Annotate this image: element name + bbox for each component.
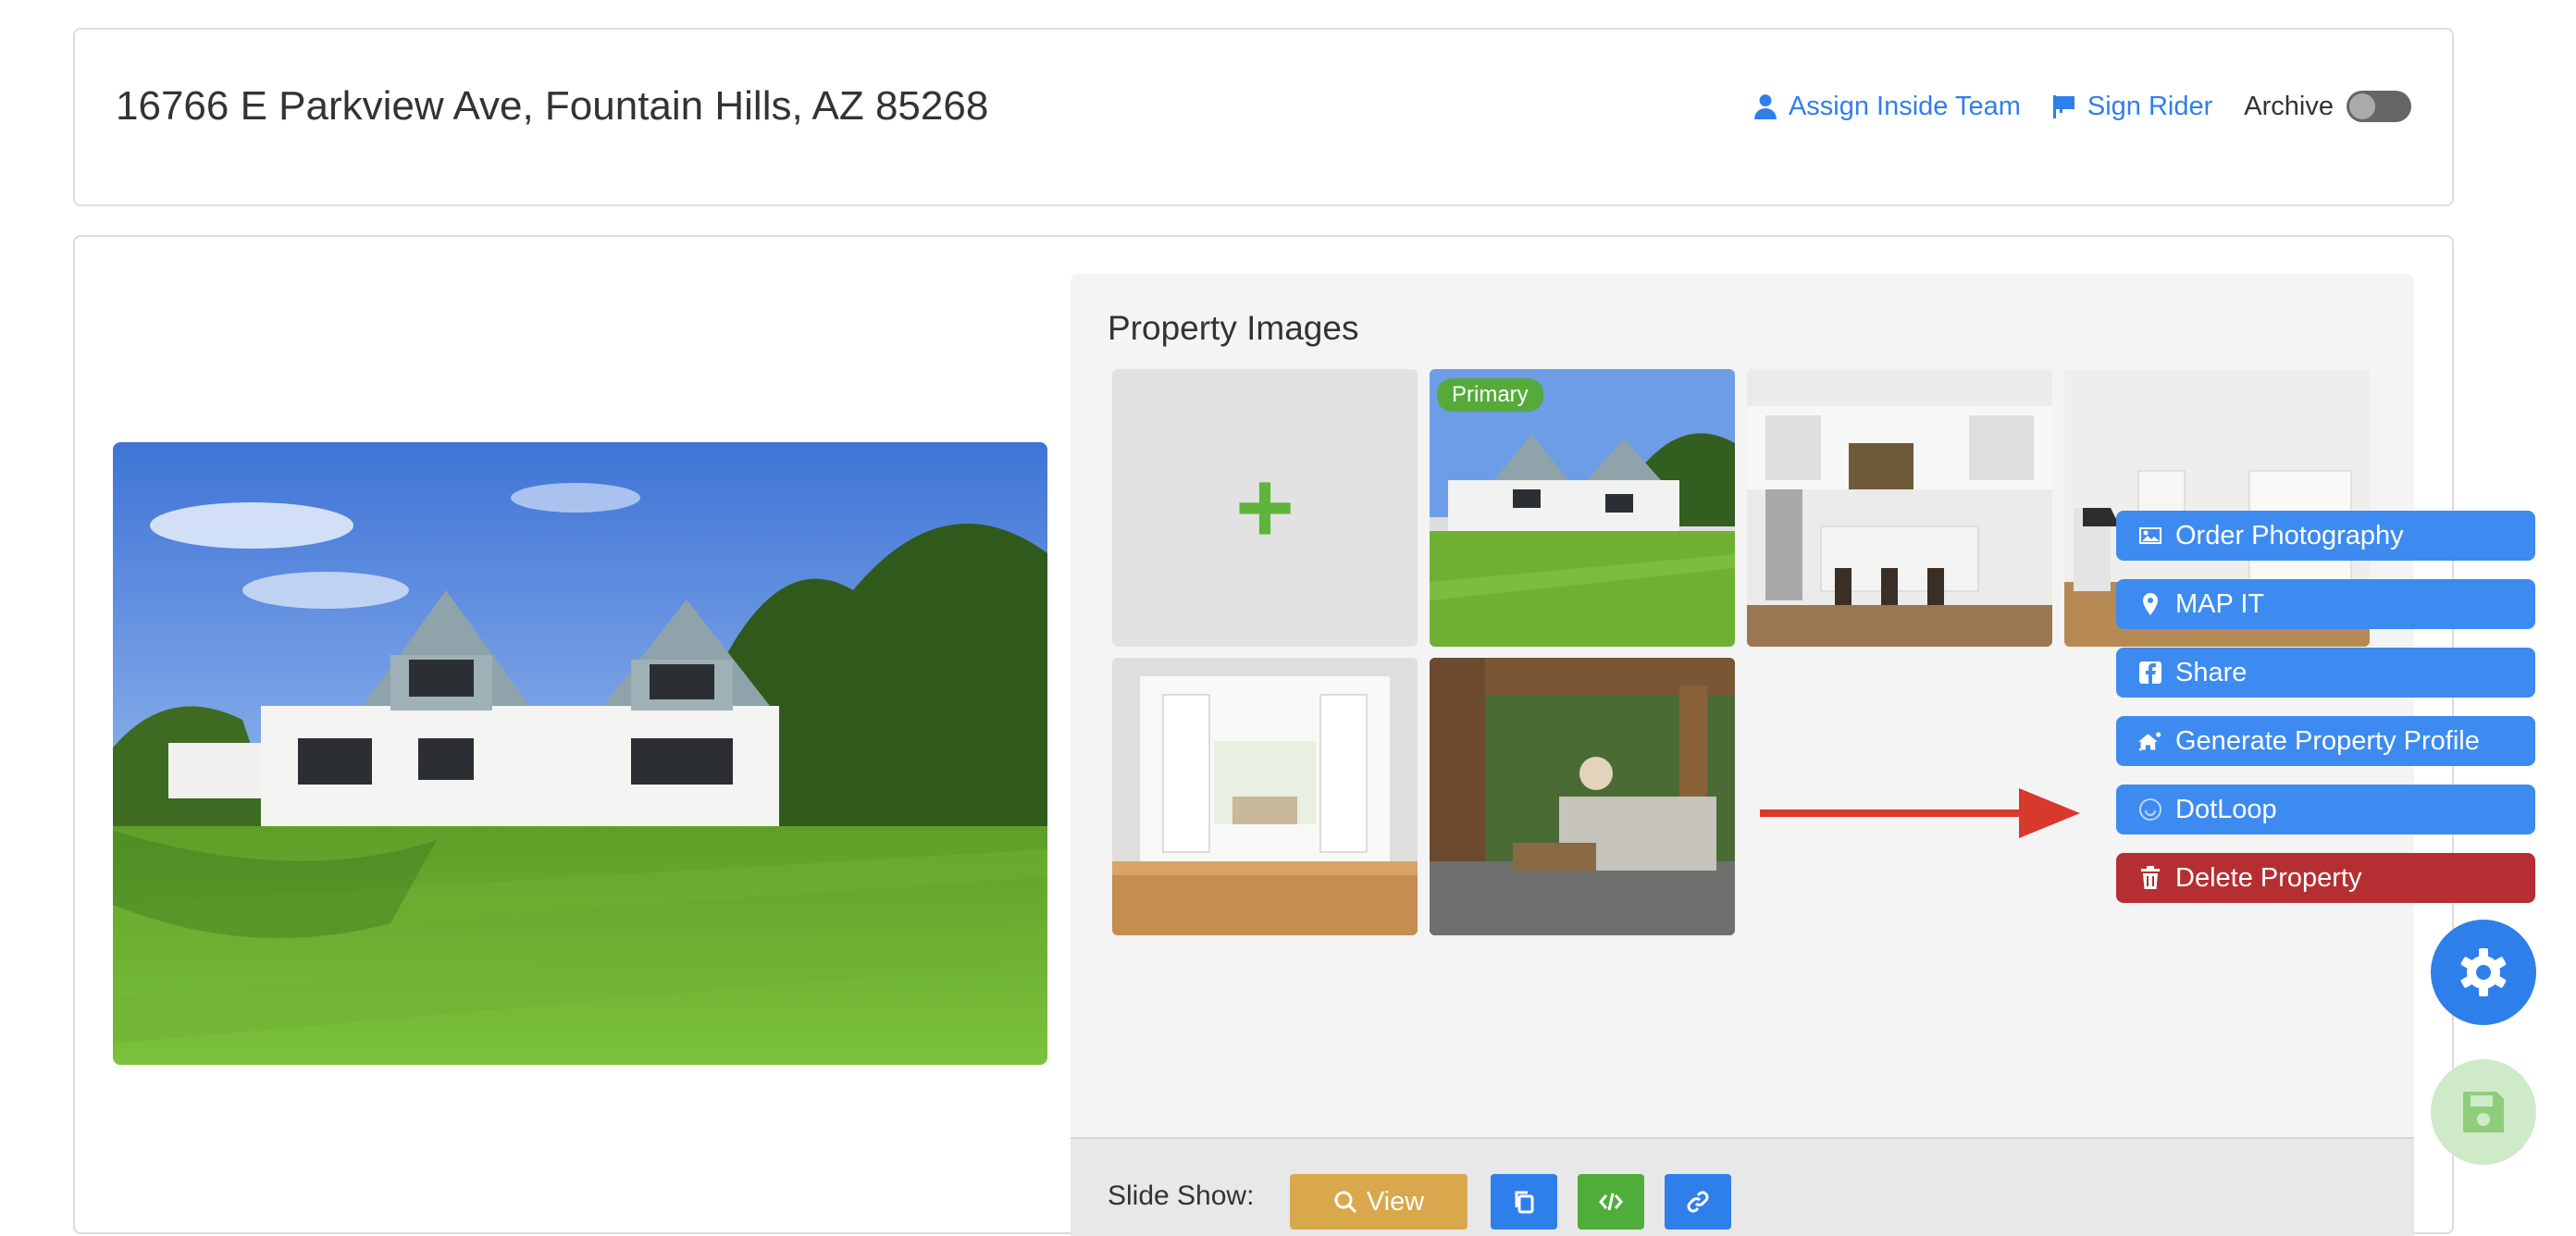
- image-icon: [2139, 527, 2161, 544]
- facebook-icon: [2139, 661, 2161, 684]
- assign-inside-team-link[interactable]: Assign Inside Team: [1753, 92, 2021, 122]
- slideshow-view-label: View: [1366, 1186, 1425, 1217]
- user-icon: [1754, 94, 1777, 119]
- slideshow-view-button[interactable]: View: [1290, 1174, 1468, 1230]
- property-image-primary[interactable]: Primary: [1430, 369, 1735, 647]
- order-photography-button[interactable]: Order Photography: [2116, 511, 2535, 561]
- plus-icon: +: [1234, 451, 1295, 564]
- archive-toggle[interactable]: [2347, 91, 2411, 122]
- house-signal-icon: [2138, 732, 2161, 751]
- gear-icon: [2460, 948, 2507, 996]
- kitchen-photo: [1747, 369, 2052, 647]
- archive-label: Archive: [2244, 91, 2334, 121]
- map-marker-icon: [2143, 593, 2158, 615]
- property-address: 16766 E Parkview Ave, Fountain Hills, AZ…: [116, 83, 989, 129]
- property-header-card: 16766 E Parkview Ave, Fountain Hills, AZ…: [73, 28, 2454, 206]
- settings-fab-button[interactable]: [2431, 920, 2536, 1025]
- dotloop-label: DotLoop: [2175, 794, 2277, 824]
- archive-control: Archive: [2244, 91, 2411, 122]
- trash-icon: [2141, 866, 2160, 889]
- delete-property-button[interactable]: Delete Property: [2116, 853, 2535, 903]
- property-image-patio[interactable]: [1430, 658, 1735, 935]
- hallway-photo: [1112, 658, 1418, 935]
- code-icon: [1599, 1193, 1623, 1211]
- share-label: Share: [2175, 657, 2248, 687]
- primary-badge: Primary: [1437, 378, 1543, 412]
- delete-property-label: Delete Property: [2175, 862, 2362, 893]
- link-icon: [1687, 1191, 1709, 1213]
- share-button[interactable]: Share: [2116, 648, 2535, 698]
- slideshow-link-button[interactable]: [1665, 1174, 1731, 1230]
- hero-image: [113, 442, 1047, 1065]
- flag-icon: [2052, 95, 2074, 118]
- save-icon: [2463, 1092, 2504, 1132]
- patio-photo: [1430, 658, 1735, 935]
- property-image-hallway[interactable]: [1112, 658, 1418, 935]
- slideshow-label: Slide Show:: [1108, 1180, 1255, 1211]
- property-image-kitchen[interactable]: [1747, 369, 2052, 647]
- sign-rider-label: Sign Rider: [2087, 91, 2213, 121]
- search-icon: [1334, 1191, 1356, 1214]
- toggle-knob: [2349, 93, 2375, 119]
- slideshow-embed-code-button[interactable]: [1578, 1174, 1644, 1230]
- slideshow-copy-button[interactable]: [1491, 1174, 1557, 1230]
- generate-property-profile-button[interactable]: Generate Property Profile: [2116, 716, 2535, 766]
- save-fab-button[interactable]: [2431, 1059, 2536, 1165]
- map-it-button[interactable]: MAP IT: [2116, 579, 2535, 629]
- sign-rider-link[interactable]: Sign Rider: [2052, 92, 2212, 122]
- map-it-label: MAP IT: [2175, 588, 2265, 619]
- copy-icon: [1515, 1191, 1534, 1214]
- property-images-title: Property Images: [1108, 309, 1359, 347]
- add-image-tile[interactable]: +: [1112, 369, 1418, 647]
- dotloop-button[interactable]: DotLoop: [2116, 785, 2535, 834]
- dotloop-icon: [2139, 798, 2161, 821]
- slideshow-bar: Slide Show: View: [1071, 1137, 2414, 1236]
- order-photography-label: Order Photography: [2175, 520, 2404, 550]
- annotation-arrow: [1760, 788, 2080, 838]
- generate-property-profile-label: Generate Property Profile: [2175, 725, 2480, 756]
- assign-inside-team-label: Assign Inside Team: [1788, 91, 2021, 121]
- header-actions: Assign Inside Team Sign Rider Archive: [1753, 91, 2411, 122]
- property-details-card: Property Images + Primary Slide Show: Vi…: [73, 235, 2454, 1236]
